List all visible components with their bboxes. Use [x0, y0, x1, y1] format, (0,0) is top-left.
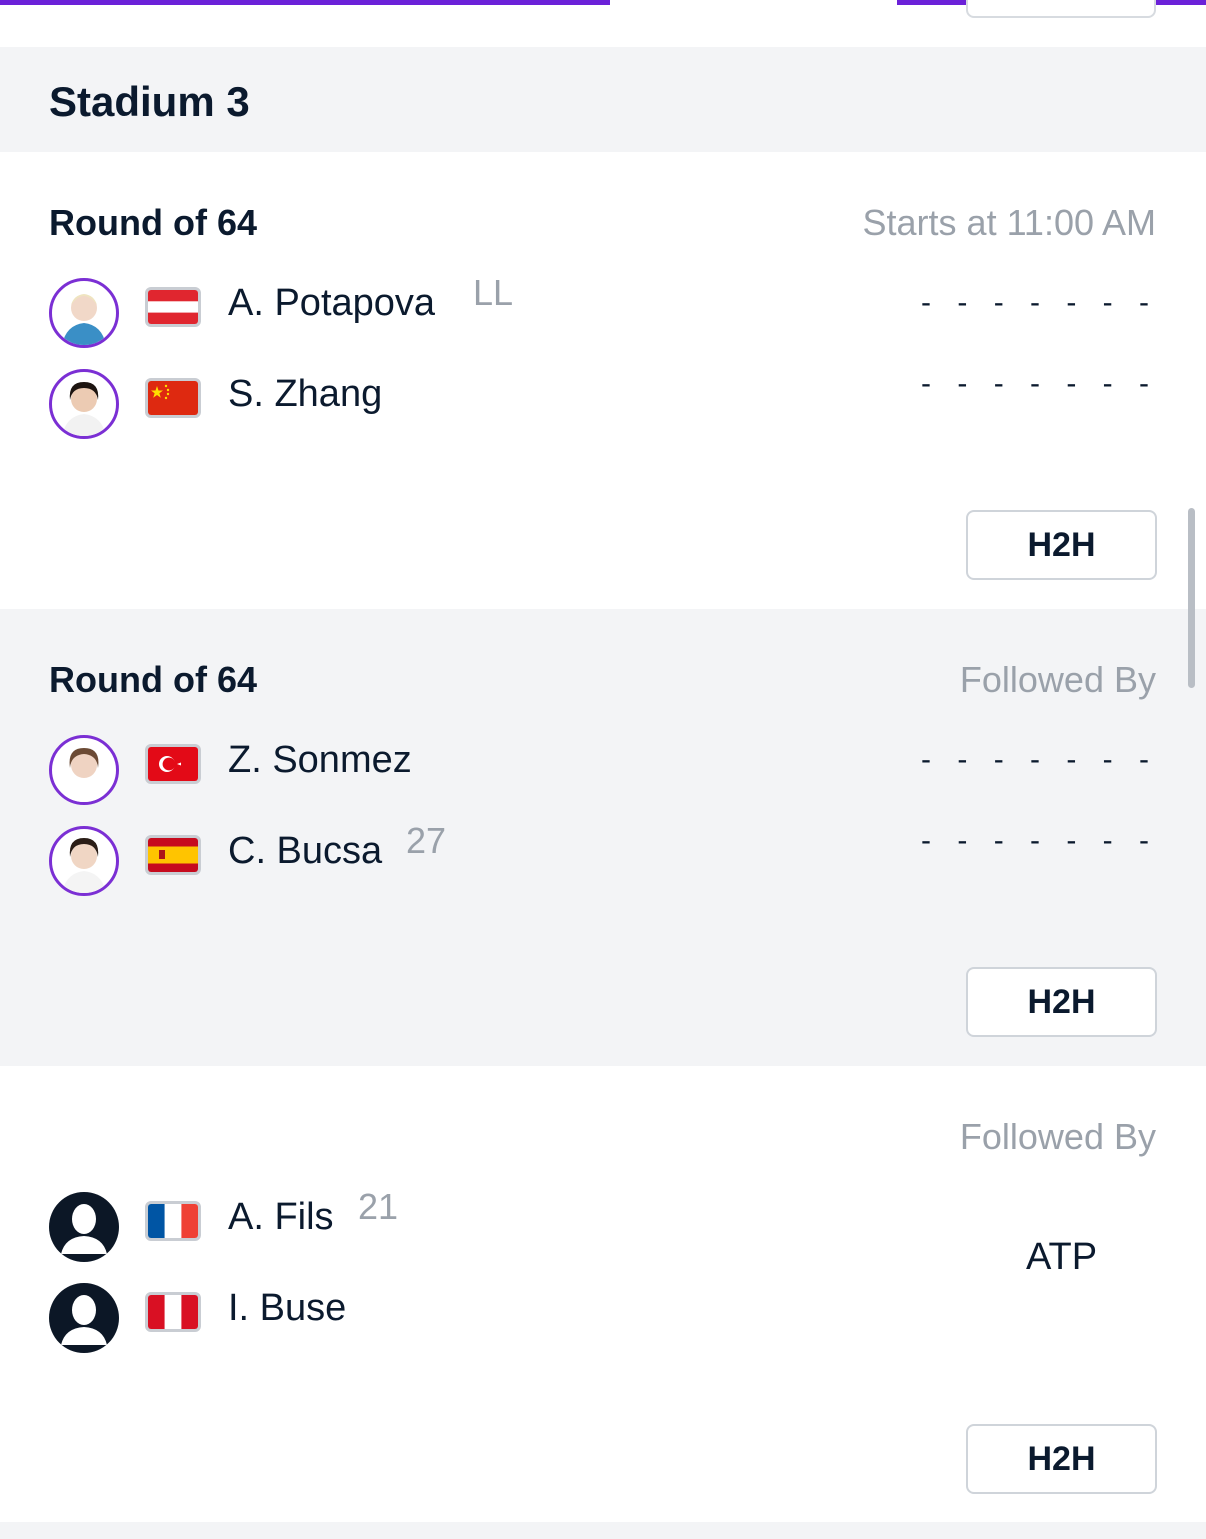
player-avatar	[49, 735, 119, 805]
match-status: Followed By	[959, 1116, 1156, 1157]
match-round: Round of 64	[49, 202, 257, 243]
player-avatar-placeholder-icon	[49, 1283, 119, 1353]
player-name[interactable]: A. Potapova	[228, 282, 435, 325]
scrollbar[interactable]	[1188, 508, 1195, 688]
top-bar-active-segment	[610, 0, 897, 5]
player-row[interactable]: I. Buse	[0, 1283, 1206, 1353]
turkey-flag-icon	[145, 744, 201, 784]
france-flag-icon	[145, 1201, 201, 1241]
player-avatar	[49, 278, 119, 348]
player-name[interactable]: I. Buse	[228, 1287, 346, 1330]
player-row[interactable]: S. Zhang - - - - - - -	[0, 367, 1206, 439]
match-card: Followed By A. Fils 21 ATP I. Buse H2H	[0, 1066, 1206, 1522]
player-score: - - - - - - -	[921, 367, 1158, 400]
china-flag-icon	[145, 378, 201, 418]
player-seed: 27	[406, 820, 447, 861]
player-row[interactable]: Z. Sonmez - - - - - - -	[0, 735, 1206, 805]
player-score: - - - - - - -	[921, 286, 1158, 319]
match-card: Round of 64 Followed By Z. Sonmez - - - …	[0, 609, 1206, 1066]
player-score: - - - - - - -	[921, 743, 1158, 776]
match-status: Followed By	[959, 659, 1156, 700]
match-status: Starts at 11:00 AM	[862, 202, 1156, 243]
player-seed: 21	[358, 1186, 399, 1227]
player-avatar-placeholder-icon	[49, 1192, 119, 1262]
player-seed: LL	[473, 272, 514, 313]
player-score: - - - - - - -	[921, 824, 1158, 857]
player-name[interactable]: Z. Sonmez	[228, 739, 412, 782]
tour-label: ATP	[1026, 1236, 1098, 1278]
player-name[interactable]: A. Fils	[228, 1196, 334, 1239]
austria-flag-icon	[145, 287, 201, 327]
match-card: Round of 64 Starts at 11:00 AM A. Potapo…	[0, 152, 1206, 609]
peru-flag-icon	[145, 1292, 201, 1332]
player-name[interactable]: C. Bucsa	[228, 830, 382, 873]
player-avatar	[49, 369, 119, 439]
next-section-edge	[0, 1522, 1206, 1539]
spain-flag-icon	[145, 835, 201, 875]
match-round: Round of 64	[49, 659, 257, 700]
previous-h2h-button[interactable]	[966, 0, 1156, 18]
player-name[interactable]: S. Zhang	[228, 373, 382, 416]
h2h-button[interactable]: H2H	[966, 967, 1157, 1037]
h2h-button[interactable]: H2H	[966, 510, 1157, 580]
player-avatar	[49, 826, 119, 896]
h2h-button[interactable]: H2H	[966, 1424, 1157, 1494]
player-row[interactable]: C. Bucsa 27 - - - - - - -	[0, 820, 1206, 896]
stadium-title: Stadium 3	[49, 78, 250, 125]
player-row[interactable]: A. Potapova LL - - - - - - -	[0, 272, 1206, 348]
